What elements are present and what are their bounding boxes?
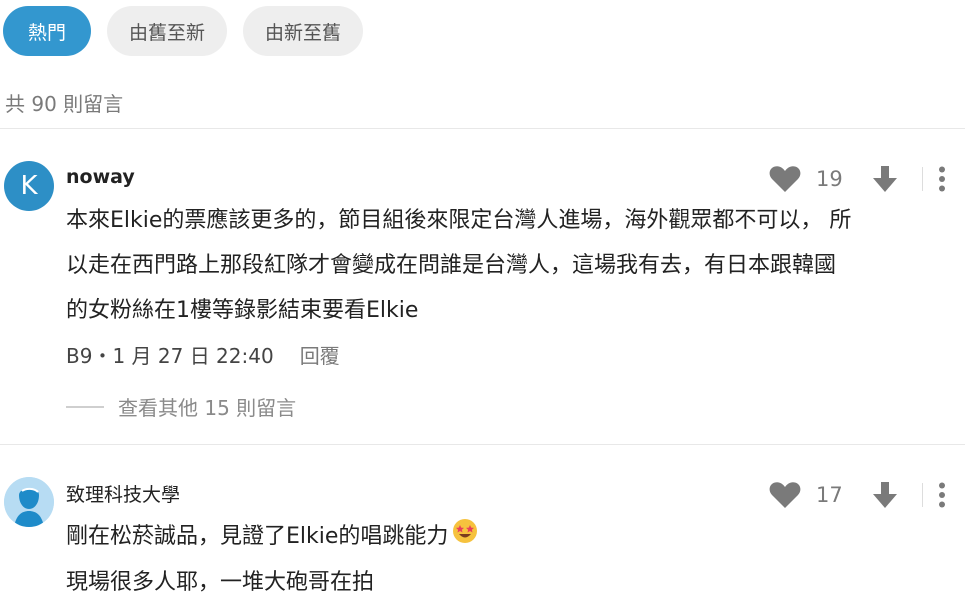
comment-line-text: 剛在松菸誠品，見證了Elkie的唱跳能力	[66, 524, 449, 549]
thumbs-down-icon[interactable]	[868, 478, 902, 512]
divider	[0, 128, 965, 129]
comment-line: 以走在西門路上那段紅隊才會變成在問誰是台灣人，這場我有去，有日本跟韓國	[66, 253, 837, 278]
avatar-letter: K	[20, 171, 38, 201]
tab-oldest-first[interactable]: 由舊至新	[107, 6, 228, 56]
tab-newest-first[interactable]: 由新至舊	[243, 6, 364, 56]
comment-actions: 17	[768, 478, 965, 512]
comment-text: 剛在松菸誠品，見證了Elkie的唱跳能力 現場很多人耶，一堆大砲哥在拍	[66, 514, 478, 605]
avatar[interactable]	[4, 477, 54, 527]
comment-actions: 19	[768, 162, 965, 196]
separator	[922, 167, 923, 191]
like-count: 19	[816, 167, 843, 191]
sort-tabs: 熱門 由舊至新 由新至舊	[3, 6, 364, 56]
like-count: 17	[816, 483, 843, 507]
username[interactable]: noway	[66, 166, 135, 188]
star-struck-emoji-icon	[452, 515, 478, 560]
more-options-icon[interactable]	[927, 478, 957, 512]
comment-text: 本來Elkie的票應該更多的，節目組後來限定台灣人進場，海外觀眾都不可以， 所 …	[66, 198, 851, 333]
reply-line	[66, 405, 104, 408]
divider	[0, 444, 965, 445]
comment-meta: B9・1 月 27 日 22:40 回覆	[66, 340, 340, 369]
comment-floor-time: B9・1 月 27 日 22:40	[66, 344, 274, 368]
comment-line: 的女粉絲在1樓等錄影結束要看Elkie	[66, 298, 419, 323]
person-icon	[4, 477, 54, 527]
view-more-replies-label: 查看其他 15 則留言	[118, 396, 297, 420]
reply-button[interactable]: 回覆	[300, 340, 340, 369]
username[interactable]: 致理科技大學	[66, 480, 180, 507]
comment-line: 本來Elkie的票應該更多的，節目組後來限定台灣人進場，海外觀眾都不可以， 所	[66, 208, 852, 233]
heart-icon[interactable]	[768, 480, 802, 510]
tab-popular[interactable]: 熱門	[3, 6, 91, 56]
separator	[922, 483, 923, 507]
heart-icon[interactable]	[768, 164, 802, 194]
comment-count: 共 90 則留言	[5, 92, 124, 116]
thumbs-down-icon[interactable]	[868, 162, 902, 196]
comment-line: 現場很多人耶，一堆大砲哥在拍	[66, 569, 375, 595]
more-options-icon[interactable]	[927, 162, 957, 196]
avatar[interactable]: K	[4, 161, 54, 211]
view-more-replies[interactable]: 查看其他 15 則留言	[66, 392, 296, 421]
comment-line: 剛在松菸誠品，見證了Elkie的唱跳能力	[66, 514, 478, 560]
